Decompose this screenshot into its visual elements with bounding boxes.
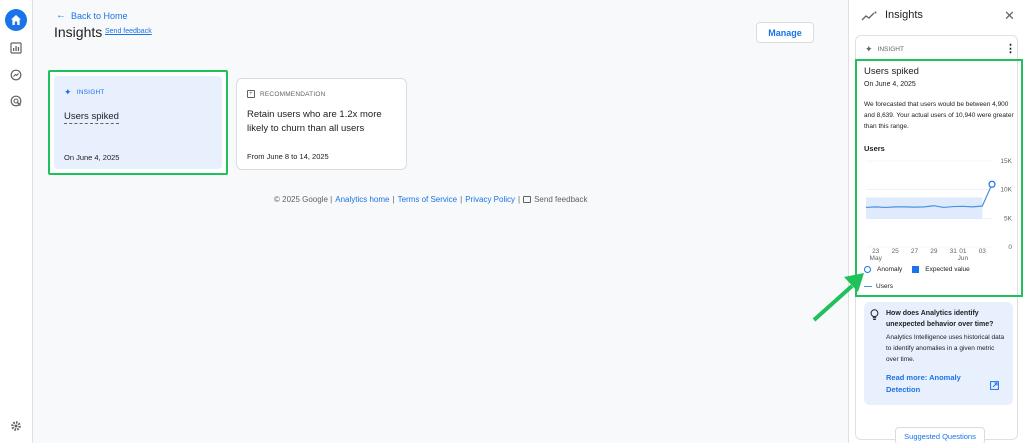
feedback-icon [523, 196, 532, 203]
reports-icon[interactable] [5, 37, 27, 59]
send-feedback-link[interactable]: Send feedback [105, 28, 152, 35]
x-tick-label: 03 [979, 248, 987, 255]
sparkle-icon: ✦ [64, 87, 72, 97]
footer-separator: | [518, 195, 521, 204]
recommendation-kicker-label: RECOMMENDATION [260, 90, 326, 98]
expected-legend-marker [912, 266, 920, 273]
copyright-text: © 2025 Google | [274, 195, 333, 204]
insight-card[interactable]: ✦ INSIGHT Users spiked On June 4, 2025 [48, 70, 228, 175]
y-tick-label: 10K [1000, 187, 1012, 194]
recommendation-card-date: From June 8 to 14, 2025 [247, 152, 329, 161]
advertising-icon[interactable] [5, 90, 27, 112]
back-to-home-link[interactable]: ← Back to Home [56, 10, 128, 21]
left-nav-rail [0, 0, 33, 443]
analytics-home-link[interactable]: Analytics home [335, 195, 389, 204]
recommendation-icon: + [247, 90, 255, 98]
insight-card-date: On June 4, 2025 [64, 153, 120, 162]
users-anomaly-chart: 15K 10K 5K 0 23 25 27 29 31 01 03 May Jun [865, 158, 1013, 262]
insight-card-title: Users spiked [64, 111, 119, 124]
page-footer: © 2025 Google | Analytics home | Terms o… [274, 195, 587, 204]
home-icon[interactable] [5, 9, 27, 31]
settings-gear-icon[interactable] [5, 415, 27, 437]
recommendation-card-title: Retain users who are 1.2x more likely to… [247, 109, 382, 134]
info-answer: Analytics Intelligence uses historical d… [886, 334, 1005, 363]
y-tick-label: 0 [1008, 244, 1012, 251]
close-icon[interactable]: ✕ [1004, 8, 1015, 24]
chart-legend: Anomaly Expected value [864, 266, 970, 273]
manage-button[interactable]: Manage [756, 22, 814, 43]
read-more-link[interactable]: Read more: Anomaly Detection [886, 372, 976, 396]
x-tick-label: 01 [959, 248, 967, 255]
terms-link[interactable]: Terms of Service [398, 195, 458, 204]
y-tick-label: 15K [1000, 158, 1012, 165]
recommendation-kicker: + RECOMMENDATION [247, 90, 326, 98]
privacy-link[interactable]: Privacy Policy [465, 195, 515, 204]
footer-send-feedback-link[interactable]: Send feedback [534, 195, 587, 204]
panel-insight-title: Users spiked [864, 66, 919, 77]
x-month-label: May [870, 255, 883, 262]
panel-card-kicker: ✦ INSIGHT [865, 44, 904, 55]
panel-insight-body: We forecasted that users would be betwee… [864, 101, 1014, 130]
annotation-arrow [812, 273, 864, 322]
x-tick-label: 25 [891, 248, 899, 255]
insight-kicker: ✦ INSIGHT [64, 87, 105, 98]
y-tick-label: 5K [1004, 215, 1013, 222]
users-legend-label: Users [876, 283, 893, 290]
x-tick-label: 23 [872, 248, 880, 255]
explore-icon[interactable] [5, 64, 27, 86]
x-tick-label: 29 [930, 248, 938, 255]
footer-separator: | [392, 195, 395, 204]
insight-kicker-label: INSIGHT [76, 89, 105, 96]
more-options-icon[interactable]: ⋮ [1005, 44, 1016, 55]
panel-insight-date: On June 4, 2025 [864, 81, 916, 88]
chart-legend-series: Users [864, 283, 893, 290]
sparkle-icon: ✦ [865, 44, 873, 54]
page-title: Insights [54, 24, 103, 40]
panel-title: Insights [885, 9, 923, 21]
arrow-left-icon: ← [56, 10, 66, 21]
expected-legend-label: Expected value [925, 266, 970, 273]
info-question: How does Analytics identify unexpected b… [886, 310, 994, 328]
anomaly-info-box: How does Analytics identify unexpected b… [864, 302, 1013, 405]
anomaly-point [988, 180, 996, 188]
trending-icon [861, 9, 877, 27]
lightbulb-icon [870, 308, 879, 326]
x-month-label: Jun [958, 255, 969, 262]
anomaly-legend-label: Anomaly [877, 266, 903, 273]
suggested-questions-button[interactable]: Suggested Questions [895, 427, 985, 443]
footer-separator: | [460, 195, 463, 204]
recommendation-card[interactable]: + RECOMMENDATION Retain users who are 1.… [236, 78, 407, 170]
back-to-home-label: Back to Home [71, 10, 128, 21]
main-content: ← Back to Home Insights Send feedback Ma… [34, 0, 847, 443]
panel-card-kicker-label: INSIGHT [877, 46, 904, 53]
x-tick-label: 27 [911, 248, 919, 255]
expected-value-band [866, 197, 983, 219]
x-tick-label: 31 [950, 248, 958, 255]
metric-label: Users [864, 144, 885, 153]
open-in-new-icon[interactable] [990, 377, 999, 395]
